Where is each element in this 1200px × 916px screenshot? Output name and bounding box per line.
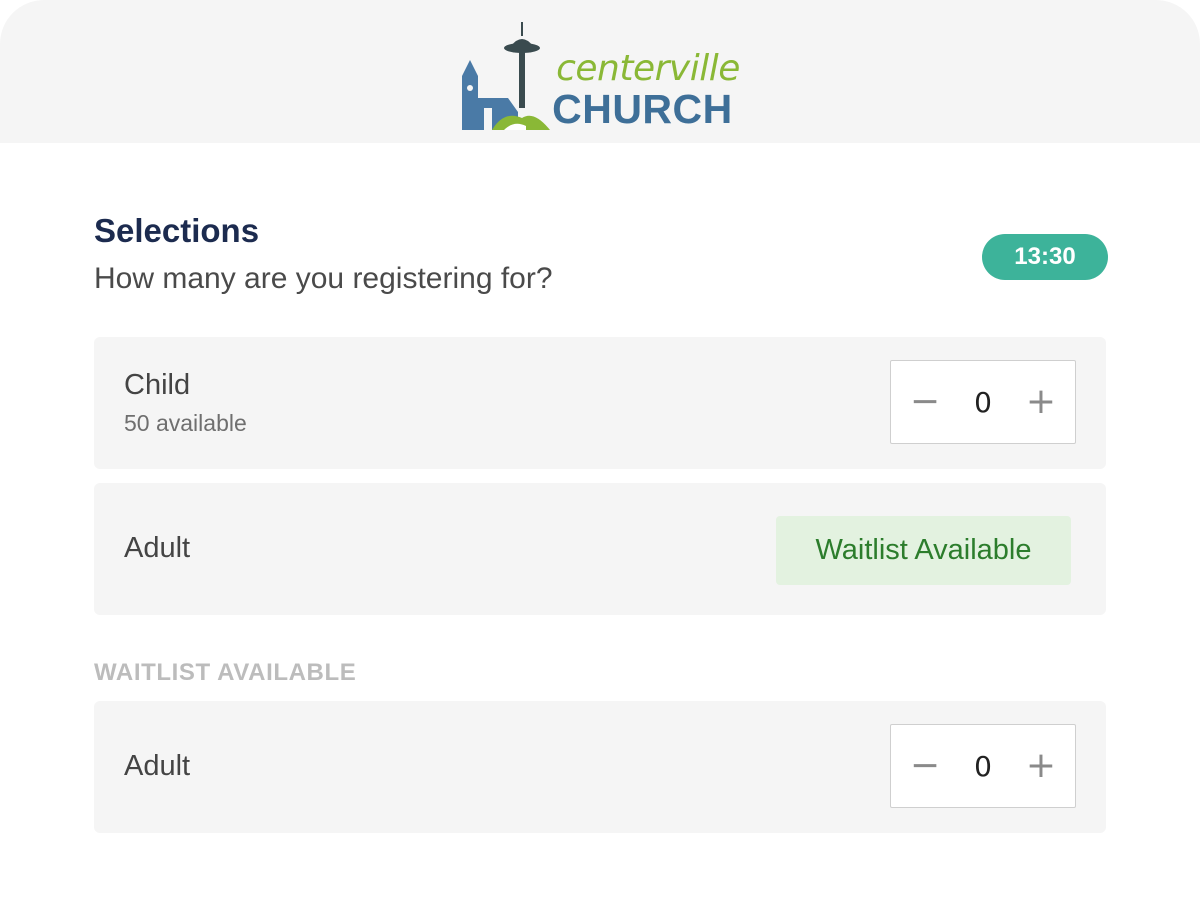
minus-icon[interactable]: −: [905, 382, 945, 422]
section-subtitle: How many are you registering for?: [94, 262, 553, 296]
countdown-timer: 13:30: [982, 234, 1108, 280]
ticket-label: Child: [124, 369, 191, 401]
plus-icon[interactable]: +: [1021, 382, 1061, 422]
ticket-label: Adult: [124, 750, 191, 782]
church-logo: centerville CHURCH: [460, 18, 740, 130]
waitlist-row-adult: Adult − 0 +: [94, 701, 1106, 833]
ticket-label: Adult: [124, 532, 191, 564]
plus-icon[interactable]: +: [1021, 746, 1061, 786]
availability-text: 50 available: [124, 410, 247, 436]
logo-mark-icon: [462, 21, 551, 130]
quantity-value[interactable]: 0: [974, 386, 992, 419]
minus-icon[interactable]: −: [905, 746, 945, 786]
header: centerville CHURCH: [0, 0, 1200, 143]
quantity-stepper-waitlist-adult: − 0 +: [890, 724, 1076, 808]
waitlist-heading: WAITLIST AVAILABLE: [94, 659, 357, 686]
quantity-value[interactable]: 0: [974, 750, 992, 783]
logo-text-centerville: centerville: [556, 47, 740, 89]
selections-section: Selections How many are you registering …: [94, 212, 1108, 833]
app-frame: centerville CHURCH Selections How many a…: [0, 0, 1200, 916]
waitlist-available-badge[interactable]: Waitlist Available: [776, 516, 1071, 585]
selections-header: Selections How many are you registering …: [94, 212, 1108, 337]
logo-text-church: CHURCH: [552, 85, 733, 132]
ticket-row-child: Child 50 available − 0 +: [94, 337, 1106, 469]
ticket-row-adult: Adult Waitlist Available: [94, 483, 1106, 615]
quantity-stepper-child: − 0 +: [890, 360, 1076, 444]
section-title: Selections: [94, 212, 260, 249]
